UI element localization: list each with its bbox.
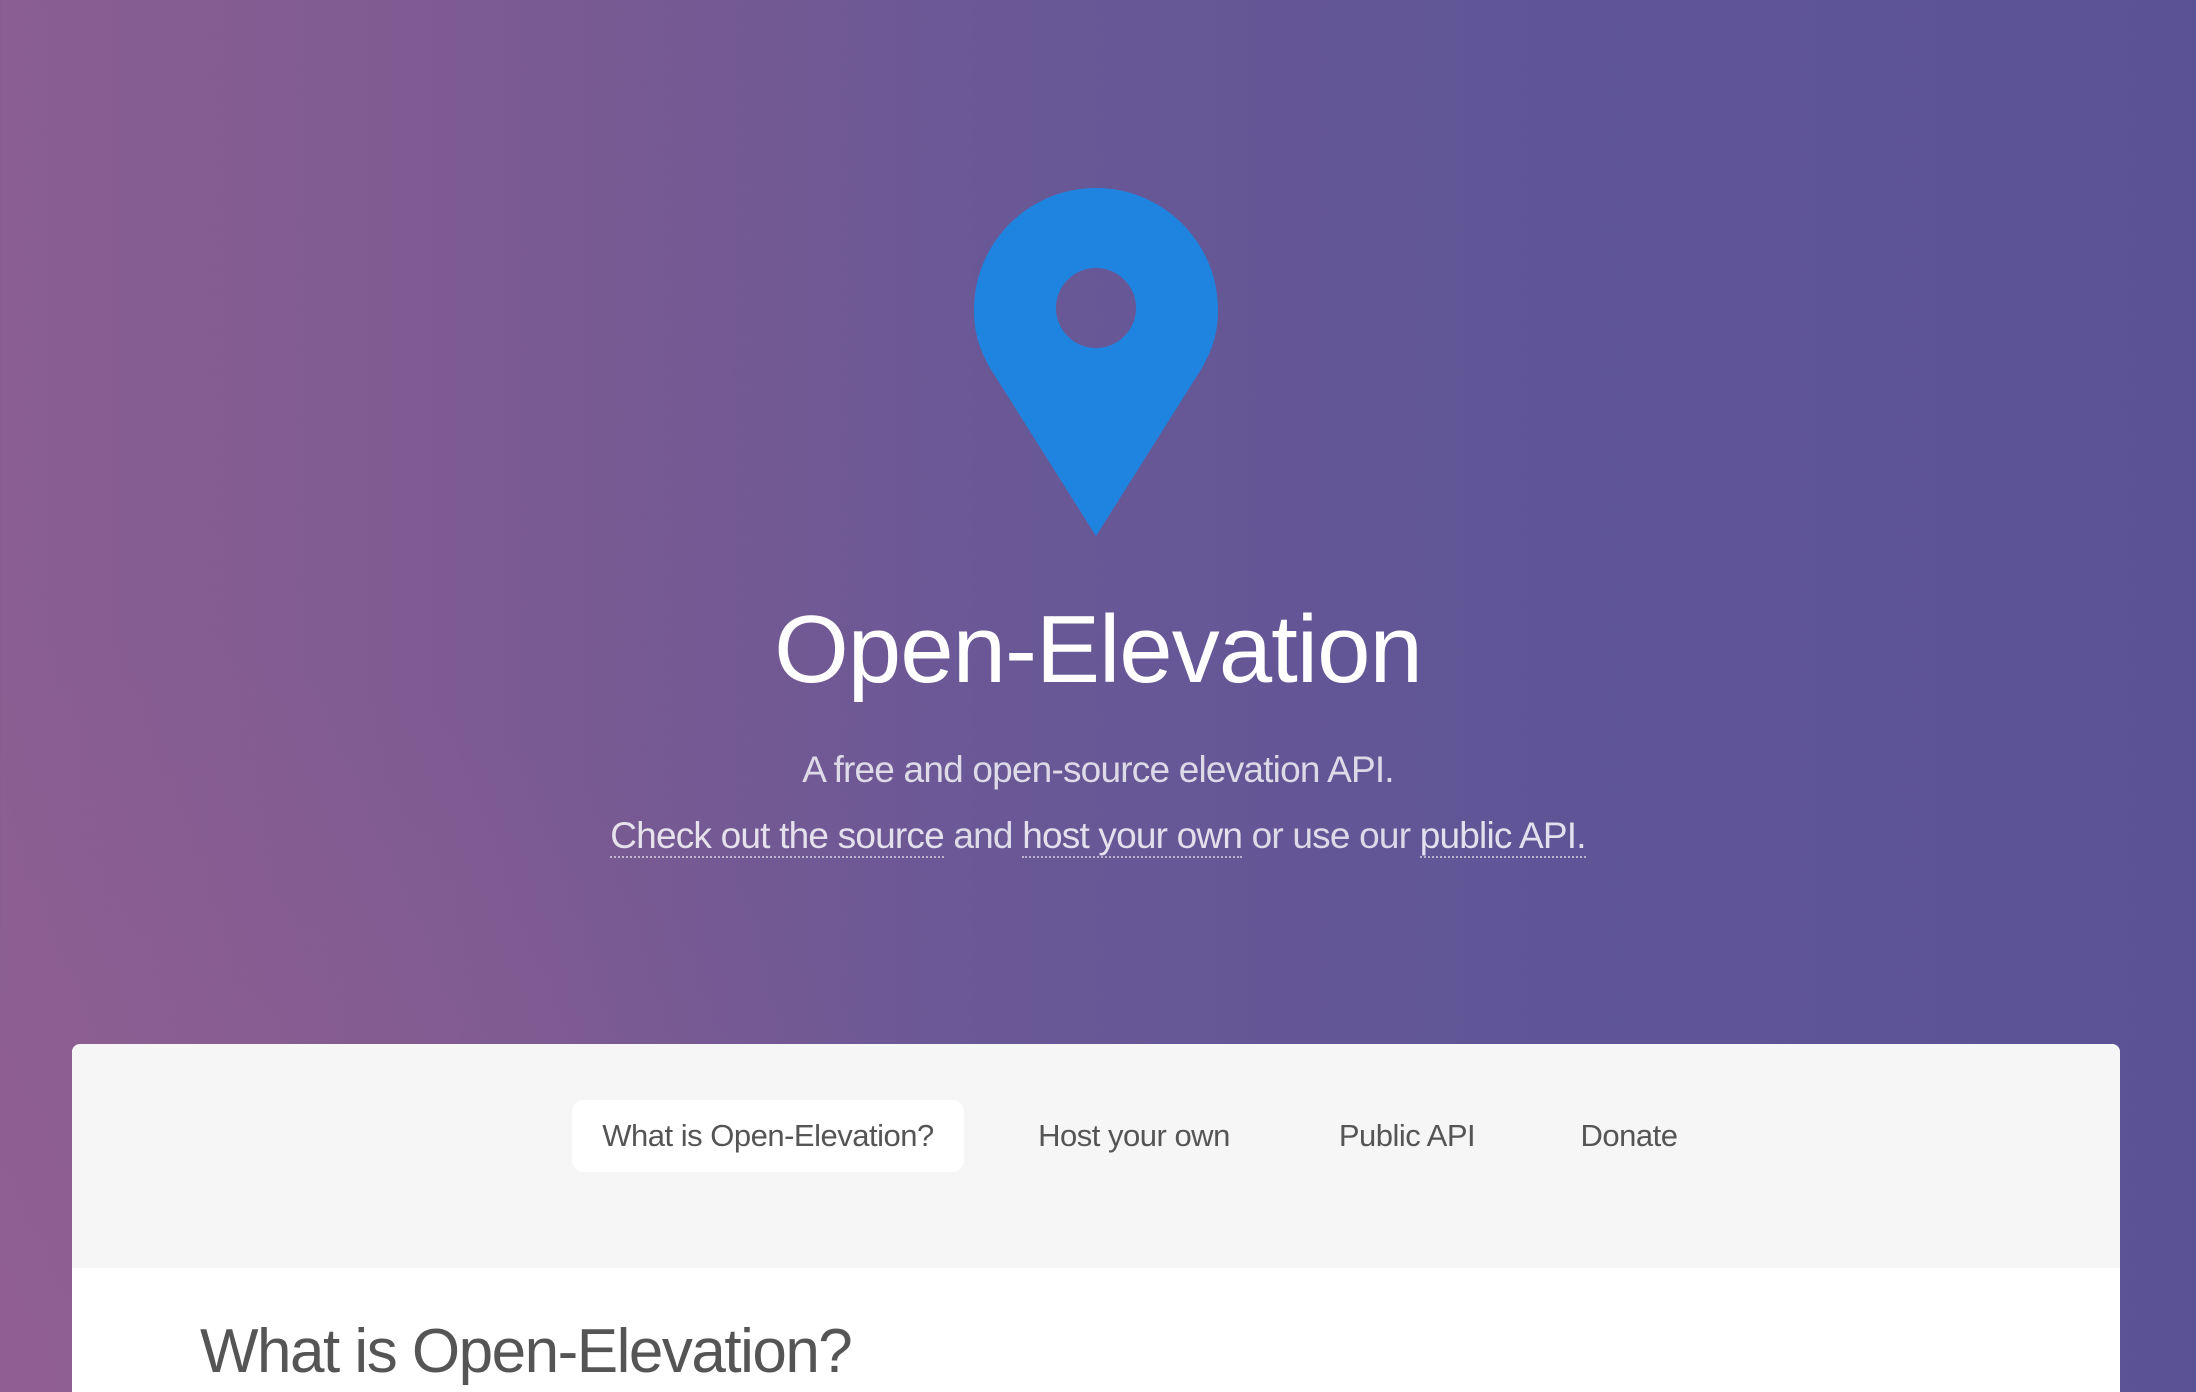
- tagline: A free and open-source elevation API.: [802, 749, 1394, 790]
- and-text: and: [943, 815, 1023, 856]
- nav-item-public-api[interactable]: Public API: [1304, 1100, 1510, 1172]
- public-api-link[interactable]: public API.: [1419, 815, 1587, 858]
- source-link[interactable]: Check out the source: [610, 815, 945, 858]
- section-nav: What is Open-Elevation? Host your own Pu…: [72, 1044, 2120, 1268]
- hero-header: Open-Elevation A free and open-source el…: [0, 0, 2196, 1044]
- host-your-own-link[interactable]: host your own: [1022, 815, 1243, 858]
- page-title: Open-Elevation: [774, 596, 1423, 703]
- nav-item-what-is[interactable]: What is Open-Elevation?: [572, 1100, 964, 1172]
- nav-item-host-your-own[interactable]: Host your own: [1006, 1100, 1262, 1172]
- section-heading: What is Open-Elevation?: [200, 1317, 853, 1386]
- content-panel: What is Open-Elevation? Host your own Pu…: [72, 1044, 2120, 1392]
- map-pin-icon: [974, 188, 1218, 536]
- or-text: or use our: [1242, 815, 1420, 856]
- nav-item-donate[interactable]: Donate: [1554, 1100, 1704, 1172]
- intro-links-line: Check out the source and host your own o…: [0, 810, 2196, 862]
